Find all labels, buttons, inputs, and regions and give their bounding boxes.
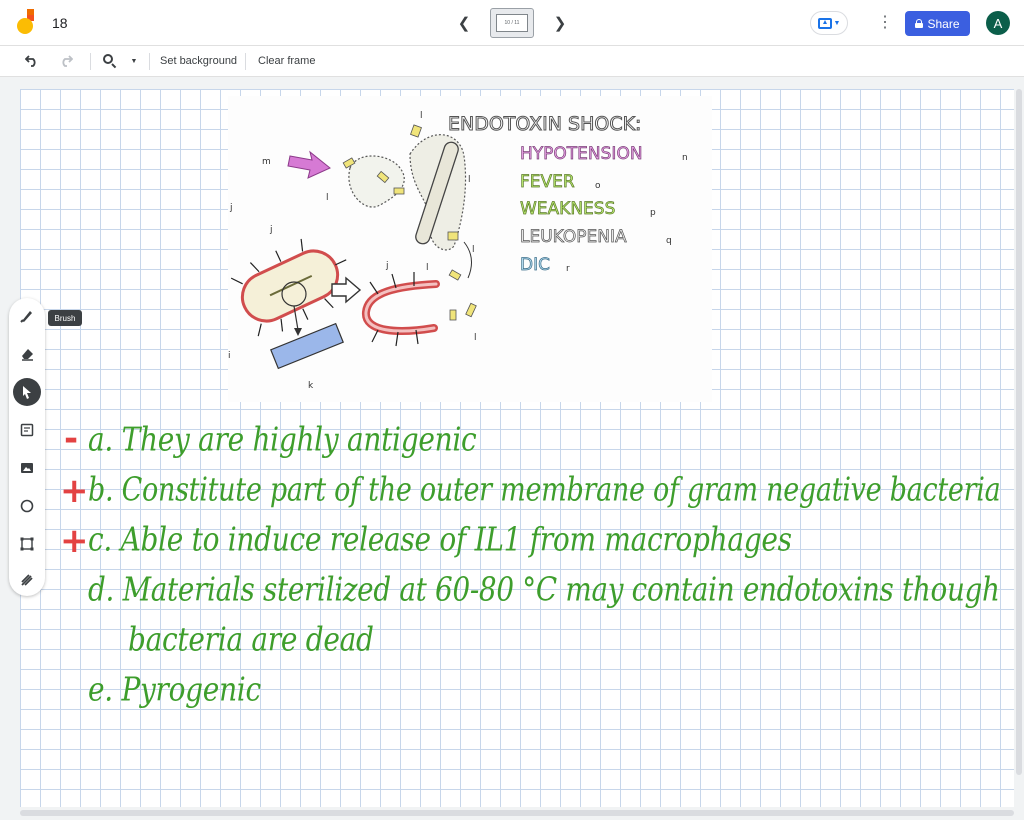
sticky-note-icon [20,423,34,437]
figure-letter-l3: l [468,175,471,185]
figure-letter-r: r [566,264,570,274]
image-icon [21,463,33,473]
endotoxin-diagram: ENDOTOXIN SHOCK: HYPOTENSION FEVER WEAKN… [228,111,688,391]
circle-icon [20,499,34,513]
present-icon [817,17,832,29]
figure-letter-m: m [262,157,271,167]
pen-tool-button[interactable] [13,302,41,330]
plus-mark-b: + [60,471,89,511]
note-line-a: a. They are highly antigenic [88,420,477,459]
select-tool-button[interactable] [13,378,41,406]
jamboard-logo-icon [17,9,34,34]
laser-icon [21,574,33,586]
figure-letter-l6: l [474,333,477,343]
note-line-d: d. Materials sterilized at 60-80 °C may … [88,570,1000,609]
figure-letter-k: k [308,381,314,391]
minus-mark: - [64,419,79,459]
figure-letter-l2: l [420,111,423,121]
image-tool-button[interactable] [13,454,41,482]
note-line-d-cont: bacteria are dead [128,620,374,659]
figure-symptom-hypotension: HYPOTENSION [520,144,643,164]
frame-indicator: 10 / 11 [496,14,528,32]
note-line-b: b. Constitute part of the outer membrane… [88,470,1001,509]
figure-letter-p: p [650,208,656,218]
clear-frame-button[interactable]: Clear frame [258,55,315,67]
eraser-icon [22,349,33,361]
figure-symptom-dic: DIC [520,255,550,275]
select-arrow-icon [23,386,31,399]
shape-tool-button[interactable] [13,492,41,520]
vertical-scrollbar[interactable] [1016,89,1022,775]
redo-icon[interactable] [56,51,76,71]
share-button[interactable]: Share [905,11,970,36]
figure-letter-l5: l [426,263,429,273]
chevron-down-icon: ▼ [833,19,841,27]
pen-icon [20,311,32,323]
next-frame-button[interactable]: ❯ [549,12,571,34]
previous-frame-button[interactable]: ❮ [453,12,475,34]
horizontal-scrollbar[interactable] [20,810,1014,816]
figure-symptom-fever: FEVER [520,172,575,192]
brush-tooltip: Brush [48,310,82,326]
zoom-dropdown-chevron-icon[interactable]: ▼ [124,51,144,71]
textbox-tool-button[interactable] [13,530,41,558]
laser-tool-button[interactable] [13,566,41,594]
sticky-note-tool-button[interactable] [13,416,41,444]
frame-bar-button[interactable]: 10 / 11 [490,8,534,38]
endotoxin-diagram-image[interactable]: ENDOTOXIN SHOCK: HYPOTENSION FEVER WEAKN… [228,96,712,402]
tool-panel [9,298,45,596]
set-background-button[interactable]: Set background [160,55,237,67]
share-label: Share [927,16,960,31]
toolbar-divider [149,53,150,70]
avatar[interactable]: A [986,11,1010,35]
figure-letter-o: o [595,181,601,191]
figure-letter-i: i [228,351,231,361]
toolbar-divider [245,53,246,70]
more-options-icon[interactable]: ⋮ [876,12,894,34]
toolbar: ▼ Set background Clear frame [0,46,1024,77]
figure-letter-j2: j [269,225,273,235]
figure-letter-j1: j [229,203,233,213]
figure-letter-q: q [666,236,672,246]
note-line-e: e. Pyrogenic [88,670,261,709]
eraser-tool-button[interactable] [13,340,41,368]
figure-letter-j3: j [385,261,389,271]
note-line-c: c. Able to induce release of IL1 from ma… [88,520,792,559]
lock-icon [915,19,924,28]
present-button[interactable]: ▼ [810,11,848,35]
figure-symptom-weakness: WEAKNESS [520,199,615,219]
zoom-icon[interactable] [100,51,120,71]
figure-symptom-leukopenia: LEUKOPENIA [520,227,627,247]
figure-letter-l1: l [326,193,329,203]
textbox-icon [20,537,34,551]
plus-mark-c: + [60,521,89,561]
document-title[interactable]: 18 [52,15,68,31]
undo-icon[interactable] [22,51,42,71]
toolbar-divider [90,53,91,70]
figure-letter-n: n [682,153,688,163]
figure-title: ENDOTOXIN SHOCK: [448,113,641,135]
figure-letter-l4: l [472,245,475,255]
top-bar: 18 ❮ 10 / 11 ❯ ▼ ⋮ Share A [0,0,1024,46]
